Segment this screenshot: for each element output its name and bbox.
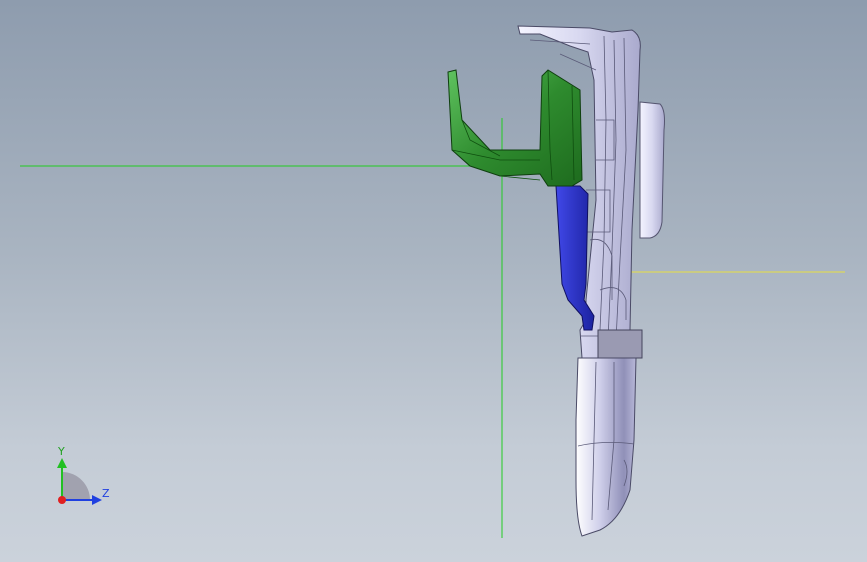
triad-arc-shading <box>62 472 90 500</box>
clamp-block-part[interactable] <box>597 329 643 359</box>
z-axis-label: Z <box>102 487 110 500</box>
model-view-canvas[interactable]: Y Z <box>0 0 867 562</box>
model-assembly[interactable] <box>447 25 665 537</box>
blue-inner-part[interactable] <box>555 185 595 331</box>
green-holder-part[interactable] <box>447 69 583 187</box>
orientation-triad[interactable]: Y Z <box>57 445 110 505</box>
y-axis-label: Y <box>57 445 65 458</box>
y-axis-arrowhead <box>57 458 67 468</box>
side-bumper-part[interactable] <box>639 101 665 239</box>
3d-graphics-viewport[interactable]: Y Z <box>0 0 867 562</box>
x-axis-point <box>58 496 66 504</box>
lower-handle-part[interactable] <box>575 357 637 537</box>
z-axis-arrowhead <box>92 495 102 505</box>
